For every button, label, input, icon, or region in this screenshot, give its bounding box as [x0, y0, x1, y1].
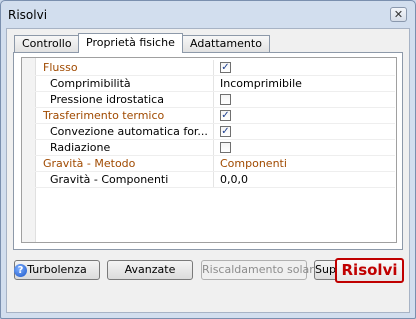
close-glyph: ✕ — [393, 8, 404, 21]
property-value — [213, 92, 400, 107]
close-icon[interactable]: ✕ — [390, 7, 407, 22]
grid-gutter — [22, 58, 36, 242]
property-value[interactable]: 0,0,0 — [213, 172, 400, 187]
radiazione-checkbox[interactable] — [220, 142, 231, 153]
riscaldamento-solare-button[interactable]: Riscaldamento solare — [201, 260, 320, 280]
row-pressione-idrostatica[interactable]: Pressione idrostatica — [35, 92, 395, 107]
property-label: Trasferimento termico — [43, 109, 165, 122]
row-gravita-componenti[interactable]: Gravità - Componenti 0,0,0 — [35, 172, 395, 187]
row-gravita-metodo[interactable]: Gravità - Metodo Componenti — [35, 156, 395, 171]
property-label: Convezione automatica for... — [50, 125, 208, 138]
property-label: Gravità - Metodo — [43, 157, 136, 170]
property-value — [213, 140, 400, 155]
row-flusso[interactable]: Flusso ✓ — [35, 60, 395, 75]
property-label: Pressione idrostatica — [50, 93, 164, 106]
tab-controllo[interactable]: Controllo — [14, 35, 80, 52]
tab-adattamento[interactable]: Adattamento — [182, 35, 270, 52]
property-label: Comprimibilità — [50, 77, 131, 90]
risolvi-button[interactable]: Risolvi — [335, 258, 404, 283]
row-radiazione[interactable]: Radiazione — [35, 140, 395, 155]
row-divider — [35, 187, 395, 188]
property-label: Gravità - Componenti — [50, 173, 169, 186]
property-grid: Flusso ✓ Comprimibilità Incomprimibile P… — [21, 57, 397, 243]
trasferimento-checkbox[interactable]: ✓ — [220, 110, 231, 121]
title-bar: Risolvi ✕ — [1, 1, 415, 27]
property-label: Radiazione — [50, 141, 111, 154]
property-value: ✓ — [213, 124, 400, 139]
pressione-checkbox[interactable] — [220, 94, 231, 105]
help-icon[interactable]: ? — [14, 264, 27, 277]
property-value[interactable]: Componenti — [213, 156, 400, 171]
row-convezione[interactable]: Convezione automatica for... ✓ — [35, 124, 395, 139]
dialog-body: Controllo Proprietà fisiche Adattamento … — [6, 28, 410, 313]
property-value[interactable]: Incomprimibile — [213, 76, 400, 91]
avanzate-button[interactable]: Avanzate — [107, 260, 193, 280]
tab-panel: Flusso ✓ Comprimibilità Incomprimibile P… — [13, 52, 403, 250]
flusso-checkbox[interactable]: ✓ — [220, 62, 231, 73]
property-label: Flusso — [43, 61, 78, 74]
convezione-checkbox[interactable]: ✓ — [220, 126, 231, 137]
row-comprimibilita[interactable]: Comprimibilità Incomprimibile — [35, 76, 395, 91]
property-value: ✓ — [213, 60, 400, 75]
window-title: Risolvi — [8, 8, 48, 22]
tab-proprieta-fisiche[interactable]: Proprietà fisiche — [78, 33, 183, 53]
dialog-window: Risolvi ✕ Controllo Proprietà fisiche Ad… — [0, 0, 416, 319]
row-trasferimento-termico[interactable]: Trasferimento termico ✓ — [35, 108, 395, 123]
property-value: ✓ — [213, 108, 400, 123]
